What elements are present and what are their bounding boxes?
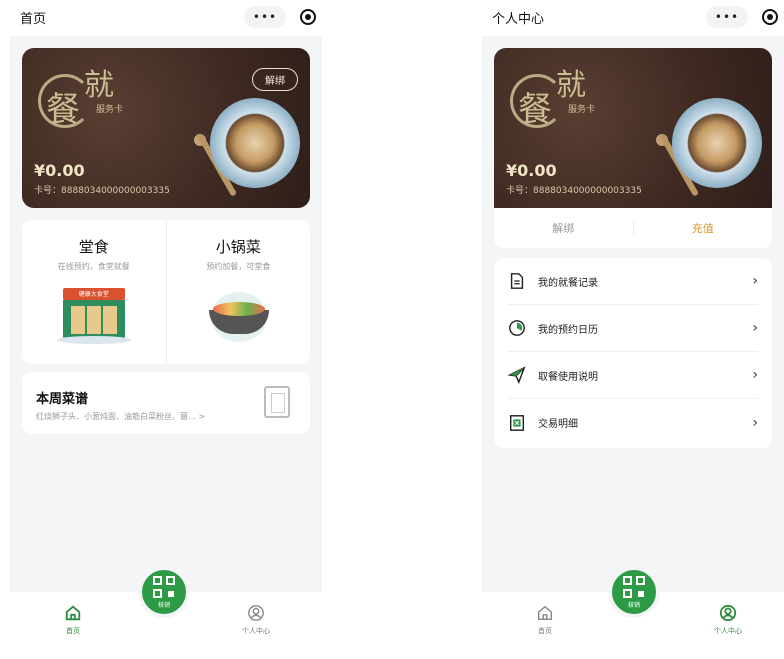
receipt-icon — [509, 414, 525, 431]
card-balance: ¥0.00 — [34, 161, 85, 180]
list-item-reservation-calendar[interactable]: 我的预约日历 › — [508, 305, 758, 352]
logo-char-2: 就 — [84, 68, 114, 103]
tab-me-label: 个人中心 — [714, 627, 742, 635]
close-icon[interactable] — [300, 9, 316, 25]
canteen-window — [70, 306, 85, 334]
chevron-right-icon: › — [752, 367, 758, 383]
tab-home[interactable]: 首页 — [43, 604, 103, 636]
list-item-label: 我的就餐记录 — [538, 277, 598, 289]
weekly-menu-title: 本周菜谱 — [36, 392, 89, 407]
tab-home-label: 首页 — [538, 627, 552, 635]
canteen-sign: 健康大食堂 — [62, 288, 125, 300]
dine-in-subtitle: 在线预约，食堂就餐 — [57, 262, 130, 271]
hotpot-icon — [201, 288, 275, 344]
tab-me[interactable]: 个人中心 — [226, 604, 286, 636]
list-item-pickup-guide[interactable]: 取餐使用说明 › — [508, 352, 758, 399]
chevron-right-icon: › — [752, 414, 758, 431]
nav-bar: 首页 ••• — [10, 0, 322, 34]
chevron-right-icon: › — [752, 273, 758, 289]
canteen-window — [86, 306, 101, 334]
scan-verify-label: 核销 — [627, 601, 640, 609]
canteen-window — [102, 306, 117, 334]
profile-menu-list: 我的就餐记录 › 我的预约日历 › 取餐使用说明 › 交易明细 › — [494, 258, 772, 448]
hotpot-title: 小锅菜 — [215, 238, 261, 256]
canteen-shadow — [56, 336, 131, 344]
tab-me-label: 个人中心 — [242, 627, 270, 635]
card-number: 卡号：8888034000000003335 — [34, 186, 170, 196]
close-icon[interactable] — [762, 9, 778, 25]
mini-program-capsule: ••• — [706, 6, 778, 28]
weekly-menu-items: 红烧狮子头、小葱炖面、油筋白菜粉丝、菌… > — [36, 412, 206, 421]
recharge-button[interactable]: 充值 — [634, 220, 773, 236]
clock-icon — [509, 320, 525, 336]
list-item-meal-records[interactable]: 我的就餐记录 › — [508, 258, 758, 305]
scan-verify-button[interactable]: 核销 — [138, 566, 190, 618]
weekly-menu-card[interactable]: 本周菜谱 红烧狮子头、小葱炖面、油筋白菜粉丝、菌… > — [22, 372, 310, 434]
card-number: 卡号：8888034000000003335 — [506, 186, 642, 196]
scan-verify-button[interactable]: 核销 — [608, 566, 660, 618]
chevron-right-icon: › — [752, 320, 758, 336]
list-item-transactions[interactable]: 交易明细 › — [508, 399, 758, 446]
nav-bar: 个人中心 ••• — [482, 0, 784, 34]
dine-in-title: 堂食 — [78, 238, 109, 256]
profile-screen: 个人中心 ••• 餐 就 服务卡 ¥0.00 卡号：88880340000000… — [482, 0, 784, 659]
card-actions: 解绑 充值 — [494, 208, 772, 248]
card-logo: 餐 就 服务卡 — [506, 60, 616, 140]
list-item-label: 取餐使用说明 — [538, 371, 598, 383]
dish-image — [672, 98, 762, 188]
tab-home-label: 首页 — [66, 627, 80, 635]
list-item-label: 交易明细 — [538, 419, 578, 430]
list-item-label: 我的预约日历 — [538, 324, 598, 336]
content-area: 餐 就 服务卡 ¥0.00 卡号：8888034000000003335 解绑 … — [482, 36, 784, 592]
service-grid: 堂食 在线预约，食堂就餐 健康大食堂 小锅菜 预约加餐，可堂食 — [22, 220, 310, 364]
unbind-button[interactable]: 解绑 — [252, 68, 298, 91]
hotpot-food — [213, 302, 266, 316]
card-logo: 餐 就 服务卡 — [34, 60, 144, 140]
scan-verify-label: 核销 — [157, 601, 170, 609]
page-title: 首页 — [20, 11, 47, 27]
content-area: 餐 就 服务卡 解绑 ¥0.00 卡号：8888034000000003335 … — [10, 36, 322, 592]
canteen-sign-text: 健康大食堂 — [78, 291, 109, 298]
page-title: 个人中心 — [492, 11, 545, 27]
home-icon — [537, 605, 553, 621]
mini-program-capsule: ••• — [244, 6, 316, 28]
hotpot-subtitle: 预约加餐，可堂食 — [206, 262, 271, 271]
service-card: 餐 就 服务卡 解绑 ¥0.00 卡号：8888034000000003335 — [22, 48, 310, 208]
send-icon — [508, 366, 526, 384]
logo-char-2: 就 — [556, 68, 586, 103]
qr-code-icon — [153, 575, 175, 598]
tab-home[interactable]: 首页 — [515, 604, 575, 636]
dine-in-entry[interactable]: 堂食 在线预约，食堂就餐 健康大食堂 — [22, 220, 166, 364]
service-card: 餐 就 服务卡 ¥0.00 卡号：8888034000000003335 — [494, 48, 772, 208]
more-button[interactable]: ••• — [706, 6, 748, 28]
logo-subtitle: 服务卡 — [568, 105, 596, 115]
document-icon — [510, 273, 524, 289]
canteen-icon: 健康大食堂 — [56, 288, 131, 344]
qr-code-icon — [623, 575, 645, 598]
home-screen: 首页 ••• 餐 就 服务卡 解绑 ¥0.00 卡号：8888034000000… — [10, 0, 322, 659]
tab-me[interactable]: 个人中心 — [698, 604, 758, 636]
home-icon — [65, 605, 81, 621]
user-icon — [719, 604, 737, 622]
unbind-button[interactable]: 解绑 — [494, 220, 634, 236]
menu-book-icon — [264, 386, 290, 418]
card-balance: ¥0.00 — [506, 161, 557, 180]
hotpot-entry[interactable]: 小锅菜 预约加餐，可堂食 — [165, 220, 311, 364]
dish-image — [210, 98, 300, 188]
logo-subtitle: 服务卡 — [96, 105, 124, 115]
user-icon — [248, 605, 264, 621]
more-button[interactable]: ••• — [244, 6, 286, 28]
logo-char-1: 餐 — [46, 90, 80, 130]
logo-char-1: 餐 — [518, 90, 552, 130]
